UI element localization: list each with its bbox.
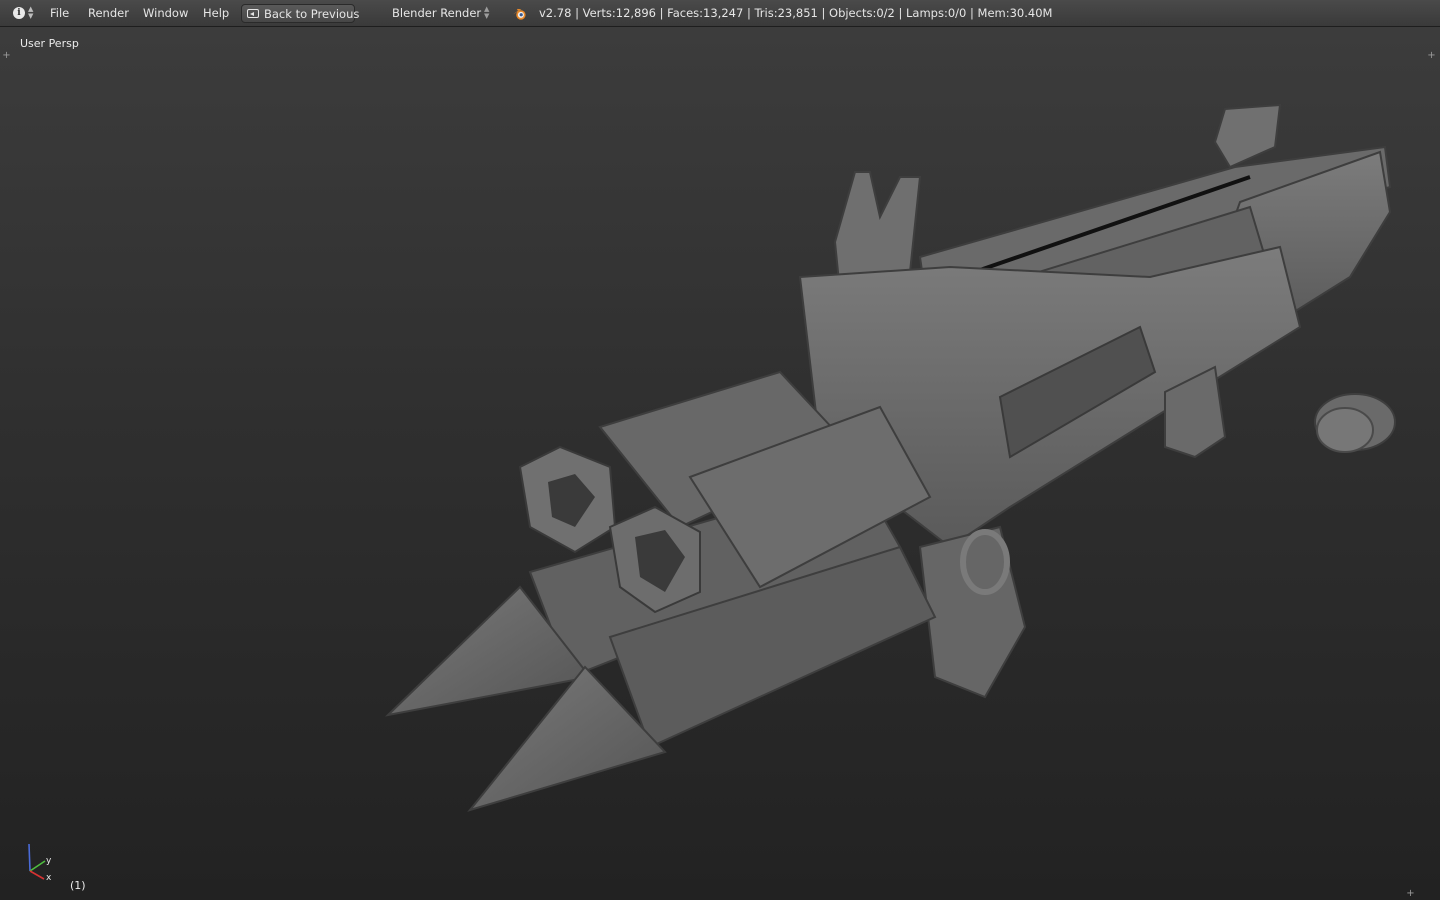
axis-x-label: x <box>46 873 52 883</box>
menu-render[interactable]: Render <box>88 0 129 27</box>
editor-type-button[interactable]: i ▲ ▼ <box>8 0 36 27</box>
axis-y-line <box>29 860 46 872</box>
3d-viewport[interactable]: User Persp (1) + + + y x <box>0 27 1440 900</box>
chevron-updown-icon: ▲ ▼ <box>28 5 34 20</box>
chevron-updown-icon: ▲ ▼ <box>484 5 490 20</box>
scene-statistics: v2.78 | Verts:12,896 | Faces:13,247 | Tr… <box>539 6 1053 20</box>
render-engine-select[interactable]: Blender Render ▲ ▼ <box>385 0 495 27</box>
info-header: i ▲ ▼ File Render Window Help Back to Pre… <box>0 0 1440 27</box>
axis-z-line <box>28 843 31 872</box>
frame-label: (1) <box>70 879 86 892</box>
region-expand-left-icon[interactable]: + <box>2 51 11 61</box>
render-engine-value: Blender Render <box>392 6 482 20</box>
area-split-icon[interactable]: + <box>1406 889 1415 899</box>
info-icon: i <box>13 7 25 19</box>
back-to-previous-label: Back to Previous <box>264 7 360 21</box>
axis-x-line <box>29 870 45 880</box>
back-screen-icon <box>247 9 259 18</box>
menu-help[interactable]: Help <box>203 0 229 27</box>
menu-window[interactable]: Window <box>143 0 188 27</box>
axis-y-label: y <box>46 856 52 866</box>
axis-gizmo: y x <box>28 843 52 883</box>
view-label: User Persp <box>20 37 79 50</box>
weapon-model[interactable] <box>0 27 1440 900</box>
menu-file[interactable]: File <box>50 0 69 27</box>
back-to-previous-button[interactable]: Back to Previous <box>241 4 359 23</box>
region-expand-right-icon[interactable]: + <box>1427 51 1436 61</box>
blender-logo-icon <box>512 8 526 20</box>
